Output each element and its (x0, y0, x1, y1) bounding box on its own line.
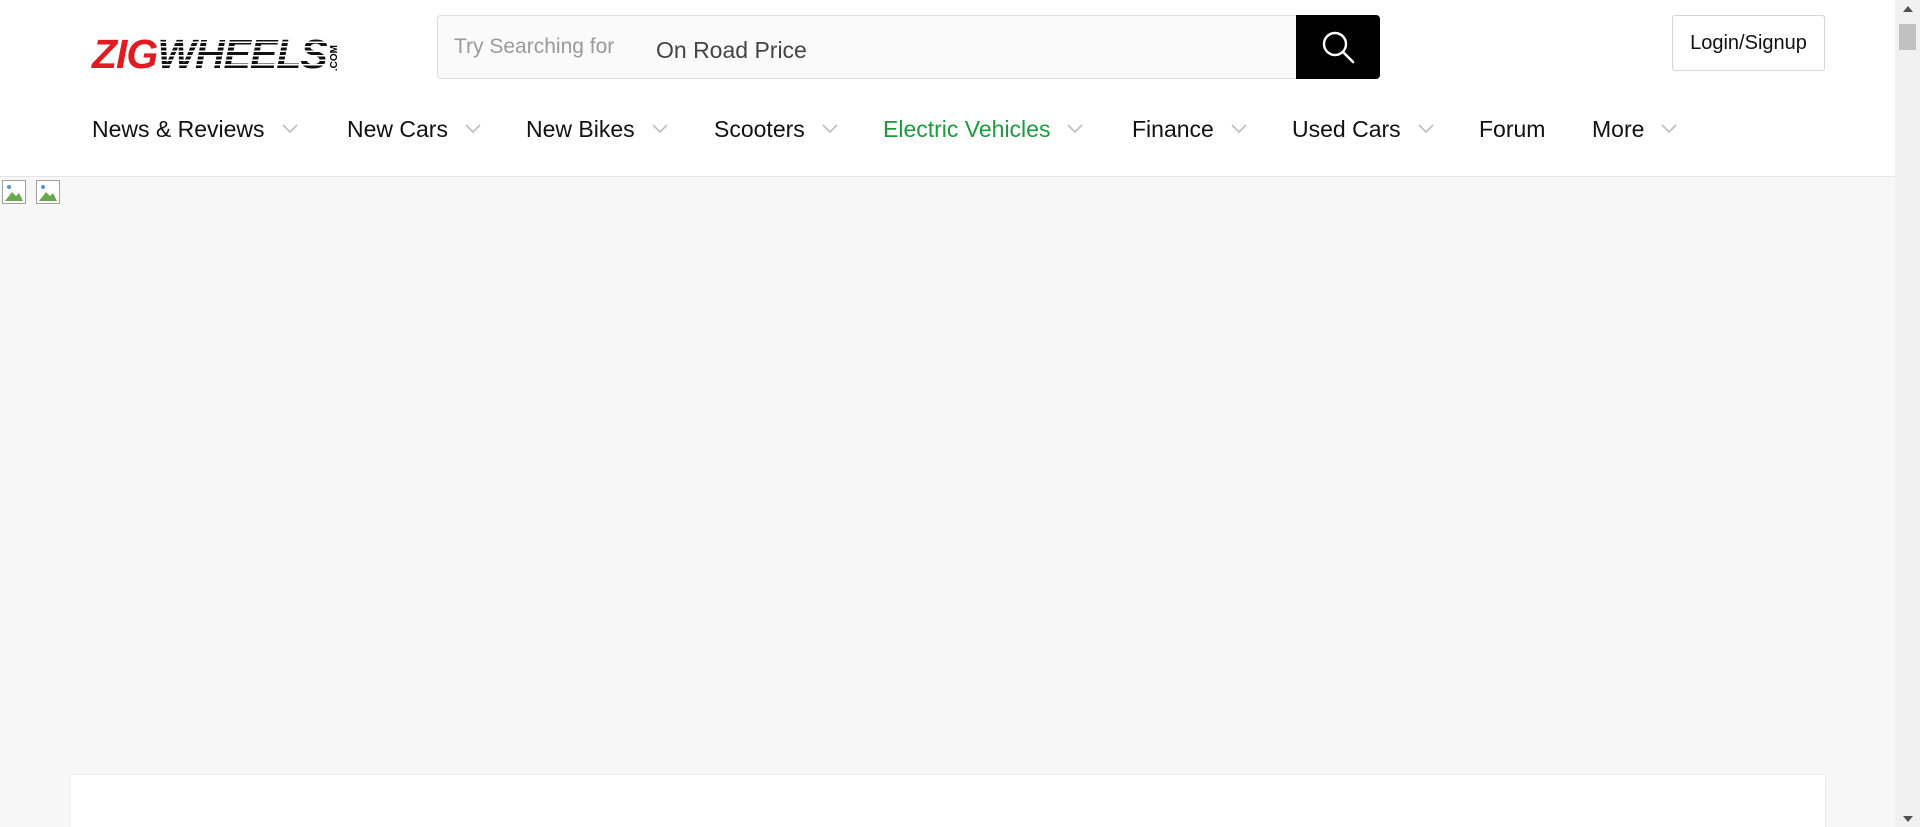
broken-image-row (2, 180, 60, 204)
nav-item-electric-vehicles[interactable]: Electric Vehicles (883, 112, 1084, 146)
nav-item-label: New Bikes (526, 115, 635, 142)
nav-item-new-bikes[interactable]: New Bikes (526, 112, 668, 146)
nav-item-news-reviews[interactable]: News & Reviews (92, 112, 298, 146)
nav-item-finance[interactable]: Finance (1132, 112, 1247, 146)
logo-suffix: .COM (328, 44, 340, 71)
scrollbar-thumb[interactable] (1899, 24, 1916, 50)
search-rotating-term: On Road Price (656, 37, 807, 63)
nav-item-used-cars[interactable]: Used Cars (1292, 112, 1434, 146)
search-bar[interactable]: Try Searching for On Road Price (437, 15, 1380, 79)
nav-item-label: More (1592, 115, 1645, 142)
broken-image-icon (36, 180, 60, 204)
chevron-down-icon (1418, 124, 1434, 134)
scroll-down-arrow-icon[interactable] (1895, 810, 1920, 827)
nav-item-label: Scooters (714, 115, 805, 142)
content-card (69, 774, 1826, 827)
scroll-up-arrow-icon[interactable] (1895, 0, 1920, 17)
nav-item-new-cars[interactable]: New Cars (347, 112, 481, 146)
chevron-down-icon (1661, 124, 1677, 134)
nav-item-label: Forum (1479, 115, 1546, 142)
search-hint: Try Searching for (454, 35, 615, 58)
nav-item-scooters[interactable]: Scooters (714, 112, 838, 146)
nav-item-forum[interactable]: Forum (1479, 112, 1545, 146)
nav-item-label: Finance (1132, 115, 1214, 142)
nav-item-more[interactable]: More (1592, 112, 1677, 146)
nav-item-label: Electric Vehicles (883, 115, 1051, 142)
nav-item-label: Used Cars (1292, 115, 1401, 142)
broken-image-icon (2, 180, 26, 204)
nav-item-label: New Cars (347, 115, 448, 142)
vertical-scrollbar[interactable] (1895, 0, 1920, 827)
page: ZIG WHEELS .COM Try Searching for On Roa… (0, 0, 1920, 827)
chevron-down-icon (1231, 124, 1247, 134)
site-logo[interactable]: ZIG WHEELS .COM (92, 31, 340, 77)
site-header: ZIG WHEELS .COM Try Searching for On Roa… (0, 0, 1895, 177)
chevron-down-icon (281, 124, 298, 134)
nav-item-label: News & Reviews (92, 115, 265, 142)
search-button[interactable] (1296, 15, 1380, 79)
chevron-down-icon (822, 124, 838, 134)
login-signup-button[interactable]: Login/Signup (1672, 15, 1825, 71)
logo-wheels: WHEELS (157, 31, 327, 77)
logo-zig: ZIG (92, 31, 158, 77)
chevron-down-icon (652, 124, 668, 134)
chevron-down-icon (1067, 124, 1084, 134)
search-icon (1322, 31, 1355, 64)
chevron-down-icon (465, 124, 481, 134)
